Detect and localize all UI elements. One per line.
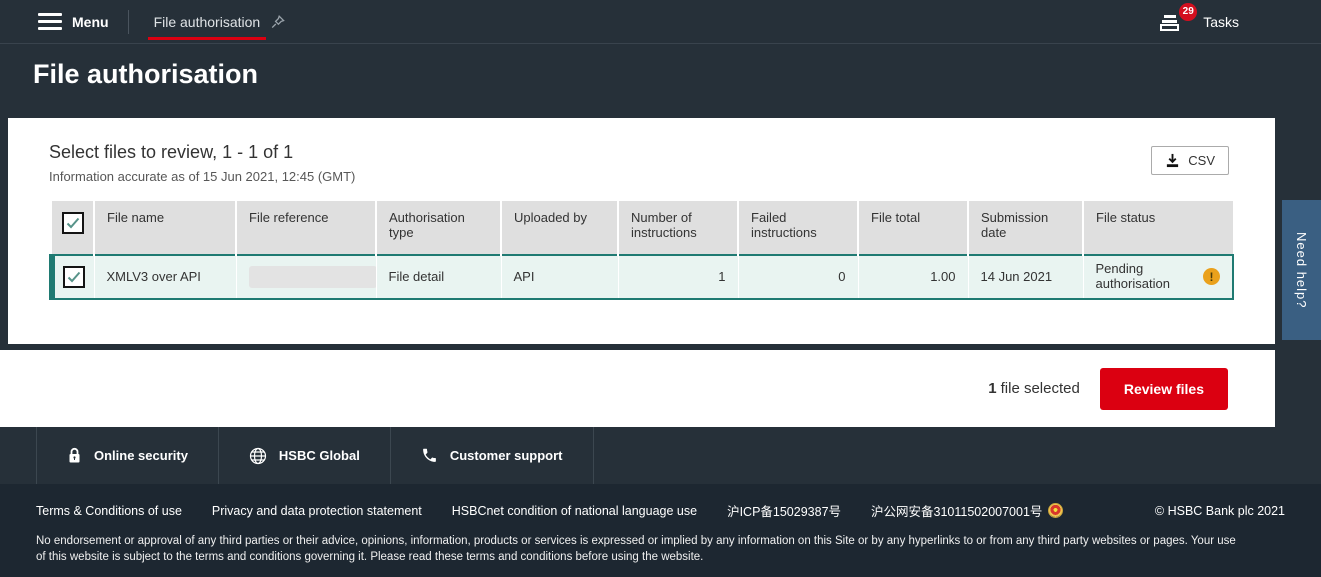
cell-file-name: XMLV3 over API	[94, 255, 236, 299]
column-header-authorisation-type[interactable]: Authorisation type	[376, 201, 501, 255]
topbar-divider	[128, 10, 129, 34]
tab-file-authorisation[interactable]: File authorisation	[148, 0, 293, 44]
phone-icon	[421, 447, 438, 464]
page-title: File authorisation	[33, 59, 1321, 90]
tab-label: File authorisation	[154, 14, 261, 30]
need-help-tab[interactable]: Need help?	[1282, 200, 1321, 340]
cell-file-total: 1.00	[858, 255, 968, 299]
table-header-row: File name File reference Authorisation t…	[52, 201, 1233, 255]
redacted-file-reference	[249, 266, 377, 288]
footer-item-customer-support[interactable]: Customer support	[390, 427, 594, 484]
copyright-text: © HSBC Bank plc 2021	[1155, 504, 1285, 518]
footer-link-language[interactable]: HSBCnet condition of national language u…	[452, 504, 697, 518]
row-select-cell	[52, 255, 94, 299]
globe-icon	[249, 447, 267, 465]
menu-label[interactable]: Menu	[72, 14, 109, 30]
pin-icon[interactable]	[270, 14, 286, 30]
footer-item-label: HSBC Global	[279, 448, 360, 463]
download-icon	[1165, 153, 1180, 168]
disclaimer-text: No endorsement or approval of any third …	[36, 533, 1241, 565]
top-bar: Menu File authorisation 29 Tasks	[0, 0, 1321, 44]
footer-legal: Terms & Conditions of use Privacy and da…	[0, 484, 1321, 577]
column-header-file-name[interactable]: File name	[94, 201, 236, 255]
footer-item-hsbc-global[interactable]: HSBC Global	[218, 427, 390, 484]
column-header-failed-instructions[interactable]: Failed instructions	[738, 201, 858, 255]
cell-number-of-instructions: 1	[618, 255, 738, 299]
footer-link-psb[interactable]: 沪公网安备31011502007001号	[871, 501, 1042, 520]
file-review-card: Select files to review, 1 - 1 of 1 Infor…	[8, 118, 1275, 344]
review-files-button[interactable]: Review files	[1100, 368, 1228, 410]
action-bar: 1 file selected Review files	[0, 350, 1275, 427]
tasks-badge: 29	[1179, 3, 1197, 21]
table-row[interactable]: XMLV3 over API File detail API 1 0 1.00 …	[52, 255, 1233, 299]
column-header-file-reference[interactable]: File reference	[236, 201, 376, 255]
card-heading: Select files to review, 1 - 1 of 1	[49, 142, 1229, 163]
warning-icon[interactable]: !	[1203, 268, 1220, 285]
csv-download-button[interactable]: CSV	[1151, 146, 1229, 175]
footer-item-label: Customer support	[450, 448, 563, 463]
footer-links-bar: Online security HSBC Global Customer sup…	[0, 427, 1321, 484]
cell-uploaded-by: API	[501, 255, 618, 299]
column-header-number-of-instructions[interactable]: Number of instructions	[618, 201, 738, 255]
column-header-file-total[interactable]: File total	[858, 201, 968, 255]
cell-authorisation-type: File detail	[376, 255, 501, 299]
footer-link-icp[interactable]: 沪ICP备15029387号	[727, 501, 841, 520]
column-header-file-status[interactable]: File status	[1083, 201, 1233, 255]
selected-suffix: file selected	[1001, 380, 1080, 397]
header-select-all-cell	[52, 201, 94, 255]
tasks-label[interactable]: Tasks	[1203, 14, 1239, 30]
card-subheading: Information accurate as of 15 Jun 2021, …	[49, 169, 1229, 184]
police-badge-icon	[1048, 503, 1063, 518]
tasks-icon[interactable]: 29	[1159, 10, 1185, 34]
menu-hamburger-icon[interactable]	[38, 13, 62, 30]
file-status-text: Pending authorisation	[1096, 262, 1198, 292]
csv-button-label: CSV	[1188, 153, 1215, 168]
need-help-label: Need help?	[1294, 232, 1309, 309]
files-table: File name File reference Authorisation t…	[49, 201, 1234, 300]
footer-link-privacy[interactable]: Privacy and data protection statement	[212, 504, 422, 518]
footer-link-terms[interactable]: Terms & Conditions of use	[36, 504, 182, 518]
cell-failed-instructions: 0	[738, 255, 858, 299]
row-checkbox[interactable]	[63, 266, 85, 288]
select-all-checkbox[interactable]	[62, 212, 84, 234]
cell-submission-date: 14 Jun 2021	[968, 255, 1083, 299]
title-area: File authorisation	[0, 44, 1321, 118]
column-header-submission-date[interactable]: Submission date	[968, 201, 1083, 255]
selected-count: 1	[988, 380, 996, 397]
cell-file-status: Pending authorisation !	[1083, 255, 1233, 299]
cell-file-reference	[236, 255, 376, 299]
selected-files-info: 1 file selected	[988, 380, 1080, 397]
column-header-uploaded-by[interactable]: Uploaded by	[501, 201, 618, 255]
footer-item-label: Online security	[94, 448, 188, 463]
lock-icon	[67, 447, 82, 465]
footer-item-online-security[interactable]: Online security	[36, 427, 218, 484]
